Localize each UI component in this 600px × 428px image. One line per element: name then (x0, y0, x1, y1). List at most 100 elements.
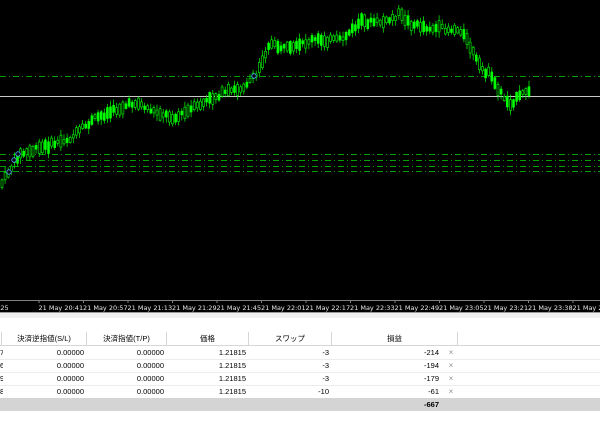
entry-marker-icon[interactable] (251, 73, 257, 79)
candle-body (471, 46, 475, 56)
close-position-icon[interactable]: × (446, 372, 456, 385)
candle-body (121, 101, 125, 115)
candle-body (96, 112, 100, 122)
time-label: 21 May 20:57 (83, 304, 128, 312)
candle-body (428, 26, 432, 32)
candle-body (56, 139, 60, 144)
candle-body (112, 105, 115, 113)
candle-body (75, 127, 78, 136)
cell-sl: 0.00000 (56, 387, 84, 396)
candle-body (350, 23, 354, 34)
time-label: 21 May 23:21 (484, 304, 529, 312)
trade-panel: 決済逆指値(S/L) 決済指値(T/P) 価格 スワップ 損益 7 0.00000… (0, 318, 600, 428)
time-label: 21 May 21:13 (128, 304, 173, 312)
table-row[interactable]: 7 0.00000 0.00000 1.21815 -3 -214 × (0, 346, 600, 360)
candle-body (279, 45, 283, 52)
entry-marker-icon[interactable] (15, 151, 21, 157)
header-sl[interactable]: 決済逆指値(S/L) (2, 332, 87, 345)
candle-body (518, 90, 522, 100)
candle-body (505, 95, 509, 108)
candle-body (174, 113, 177, 123)
candle-body (65, 137, 69, 143)
header-price[interactable]: 価格 (167, 332, 249, 345)
candle-body (134, 100, 137, 108)
entry-marker-icon[interactable] (6, 169, 12, 175)
candle-body (257, 62, 261, 73)
candle-body (499, 88, 503, 95)
candle-body (171, 114, 174, 125)
candle-body (372, 18, 376, 27)
candle-body (403, 14, 407, 26)
candle-body (28, 145, 32, 158)
table-row[interactable]: 6 0.00000 0.00000 1.21815 -3 -194 × (0, 359, 600, 373)
candle-body (245, 81, 249, 88)
candle-body (68, 137, 72, 143)
cell-tp: 0.00000 (136, 387, 164, 396)
candle-body (422, 20, 425, 33)
header-profit[interactable]: 損益 (332, 332, 458, 345)
cell-profit: -179 (423, 374, 439, 383)
candle-body (115, 107, 118, 115)
candle-body (394, 15, 398, 21)
candle-body (512, 99, 515, 108)
candle-body (264, 51, 267, 59)
candle-body (288, 41, 292, 54)
candle-body (329, 34, 332, 42)
price-chart[interactable]: 8:25 21 May 20:4121 May 20:5721 May 21:13… (0, 0, 600, 312)
candle-body (186, 104, 190, 117)
candle-body (307, 39, 311, 45)
candle-body (344, 32, 348, 41)
cell-tp: 0.00000 (136, 374, 164, 383)
candle-body (158, 108, 162, 121)
candle-body (118, 103, 122, 116)
candle-body (515, 92, 518, 102)
candle-body (50, 137, 53, 147)
candle-body (319, 34, 323, 46)
candle-body (137, 97, 140, 110)
candle-body (217, 94, 221, 101)
cell-swap: -3 (322, 361, 329, 370)
candle-body (468, 41, 472, 54)
entry-marker-icon[interactable] (11, 157, 17, 163)
candle-body (363, 14, 367, 28)
candle-body (127, 98, 131, 107)
candle-body (214, 93, 218, 100)
candle-body (40, 141, 44, 153)
candle-body (205, 97, 208, 103)
candle-body (227, 83, 230, 97)
candle-body (450, 28, 453, 33)
candle-body (292, 42, 295, 52)
candlestick-chart[interactable]: 8:25 21 May 20:4121 May 20:5721 May 21:13… (0, 0, 600, 312)
close-position-icon[interactable]: × (446, 385, 456, 398)
candle-body (431, 25, 435, 33)
table-row[interactable]: 9 0.00000 0.00000 1.21815 -3 -179 × (0, 372, 600, 386)
candle-body (168, 111, 171, 123)
time-label: 8:25 (0, 304, 9, 312)
candle-body (267, 42, 270, 50)
time-label: 21 May 20:41 (39, 304, 84, 312)
candle-body (360, 13, 363, 26)
candle-body (53, 140, 57, 148)
candle-body (220, 86, 224, 97)
candle-body (357, 18, 360, 29)
close-position-icon[interactable]: × (446, 359, 456, 372)
candle-body (22, 150, 26, 157)
candle-body (474, 54, 478, 62)
header-tp[interactable]: 決済指値(T/P) (87, 332, 167, 345)
candle-body (177, 111, 180, 122)
candle-body (189, 105, 193, 113)
candle-body (223, 89, 227, 94)
cell-swap: -3 (322, 374, 329, 383)
candle-body (93, 114, 97, 119)
table-row[interactable]: 8 0.00000 0.00000 1.21815 -10 -61 × (0, 385, 600, 399)
candle-body (285, 41, 289, 52)
candle-body (84, 123, 87, 129)
candle-body (524, 88, 528, 95)
time-label: 21 May 23:55 (573, 304, 600, 312)
candle-body (230, 87, 233, 93)
header-swap[interactable]: スワップ (249, 332, 332, 345)
candle-body (78, 126, 81, 134)
candle-body (192, 101, 196, 110)
candle-body (378, 19, 382, 26)
close-position-icon[interactable]: × (446, 346, 456, 359)
